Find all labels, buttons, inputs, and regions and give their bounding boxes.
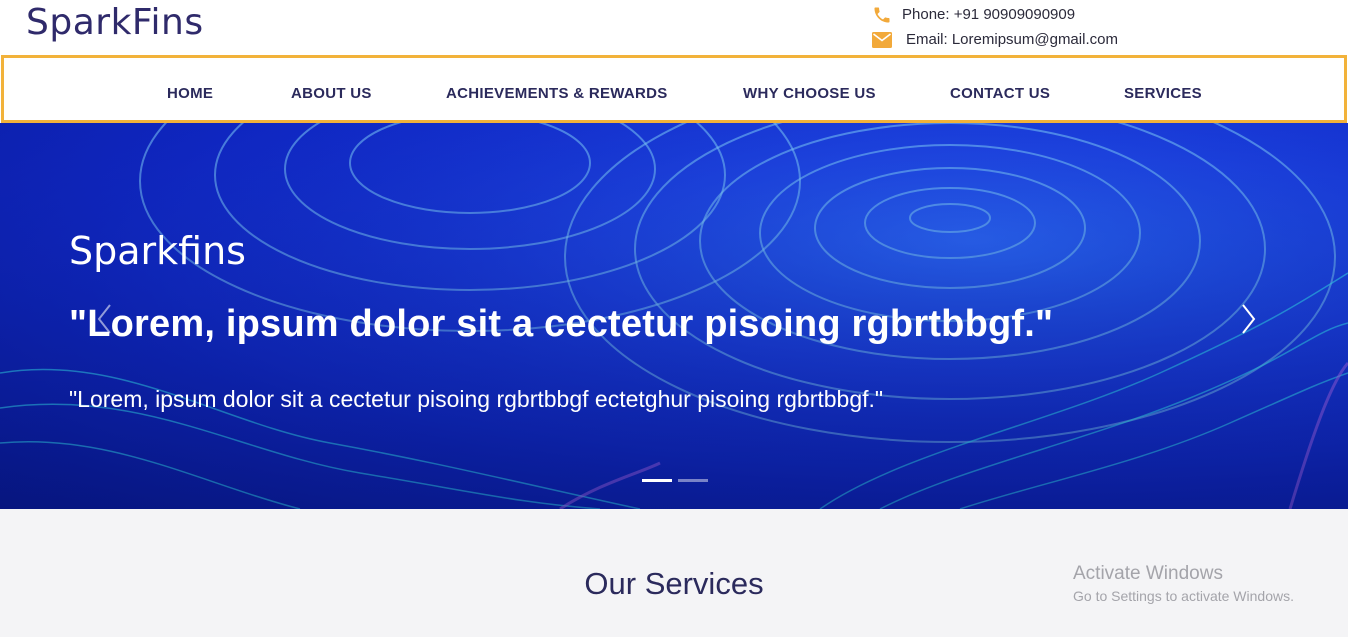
carousel-indicator-2[interactable] [678, 479, 708, 482]
top-bar: SparkFins Phone: +91 90909090909 Email: … [0, 0, 1348, 55]
email-row: Email: Loremipsum@gmail.com [871, 27, 1118, 52]
mail-icon [871, 30, 893, 50]
chevron-right-icon[interactable] [1233, 299, 1263, 339]
contact-info: Phone: +91 90909090909 Email: Loremipsum… [871, 2, 1118, 52]
main-navigation: HOME ABOUT US ACHIEVEMENTS & REWARDS WHY… [1, 55, 1347, 123]
phone-row: Phone: +91 90909090909 [871, 2, 1118, 27]
carousel-indicators [642, 479, 708, 482]
chevron-left-icon[interactable] [90, 299, 120, 339]
hero-headline: "Lorem, ipsum dolor sit a cectetur pisoi… [69, 303, 1054, 345]
phone-text[interactable]: Phone: +91 90909090909 [902, 6, 1075, 23]
watermark-subtitle: Go to Settings to activate Windows. [1073, 588, 1294, 604]
nav-item-contact-us[interactable]: CONTACT US [950, 85, 1050, 102]
nav-item-home[interactable]: HOME [167, 85, 213, 102]
nav-item-about-us[interactable]: ABOUT US [291, 85, 372, 102]
phone-icon [871, 5, 893, 25]
nav-item-why-choose-us[interactable]: WHY CHOOSE US [743, 85, 876, 102]
windows-activation-watermark: Activate Windows Go to Settings to activ… [1073, 563, 1294, 604]
hero-carousel: Sparkfins "Lorem, ipsum dolor sit a cect… [0, 123, 1348, 509]
nav-item-achievements-rewards[interactable]: ACHIEVEMENTS & REWARDS [446, 85, 668, 102]
hero-kicker: Sparkfins [69, 229, 246, 273]
brand-logo-text[interactable]: SparkFins [26, 2, 204, 43]
watermark-title: Activate Windows [1073, 563, 1223, 584]
services-section: Our Services Activate Windows Go to Sett… [0, 509, 1348, 637]
email-text[interactable]: Email: Loremipsum@gmail.com [906, 31, 1118, 48]
nav-item-services[interactable]: SERVICES [1124, 85, 1202, 102]
hero-subtext: "Lorem, ipsum dolor sit a cectetur pisoi… [69, 386, 884, 412]
carousel-indicator-1[interactable] [642, 479, 672, 482]
nav-list: HOME ABOUT US ACHIEVEMENTS & REWARDS WHY… [4, 58, 1344, 120]
